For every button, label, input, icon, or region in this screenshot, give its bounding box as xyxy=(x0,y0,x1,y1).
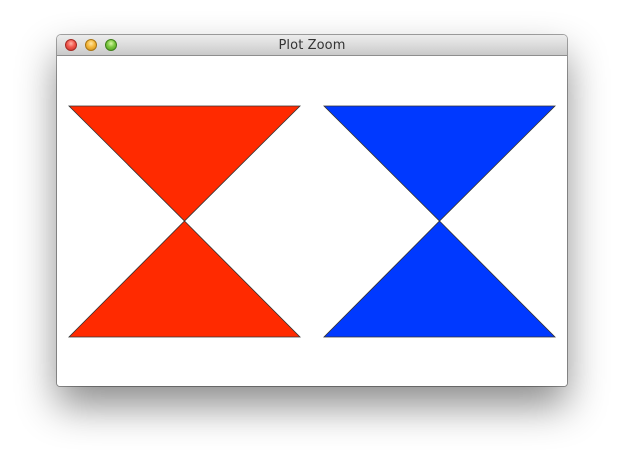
plot-area xyxy=(57,56,567,386)
plot-zoom-window: Plot Zoom xyxy=(57,35,567,386)
blue-top-triangle xyxy=(323,105,556,222)
blue-bottom-triangle xyxy=(323,220,556,338)
red-top-triangle xyxy=(68,105,301,222)
red-hourglass xyxy=(68,105,301,338)
plot-canvas xyxy=(68,105,556,338)
red-bottom-triangle xyxy=(68,220,301,338)
blue-hourglass xyxy=(323,105,556,338)
window-title: Plot Zoom xyxy=(278,38,346,53)
title-bar[interactable]: Plot Zoom xyxy=(57,35,567,56)
